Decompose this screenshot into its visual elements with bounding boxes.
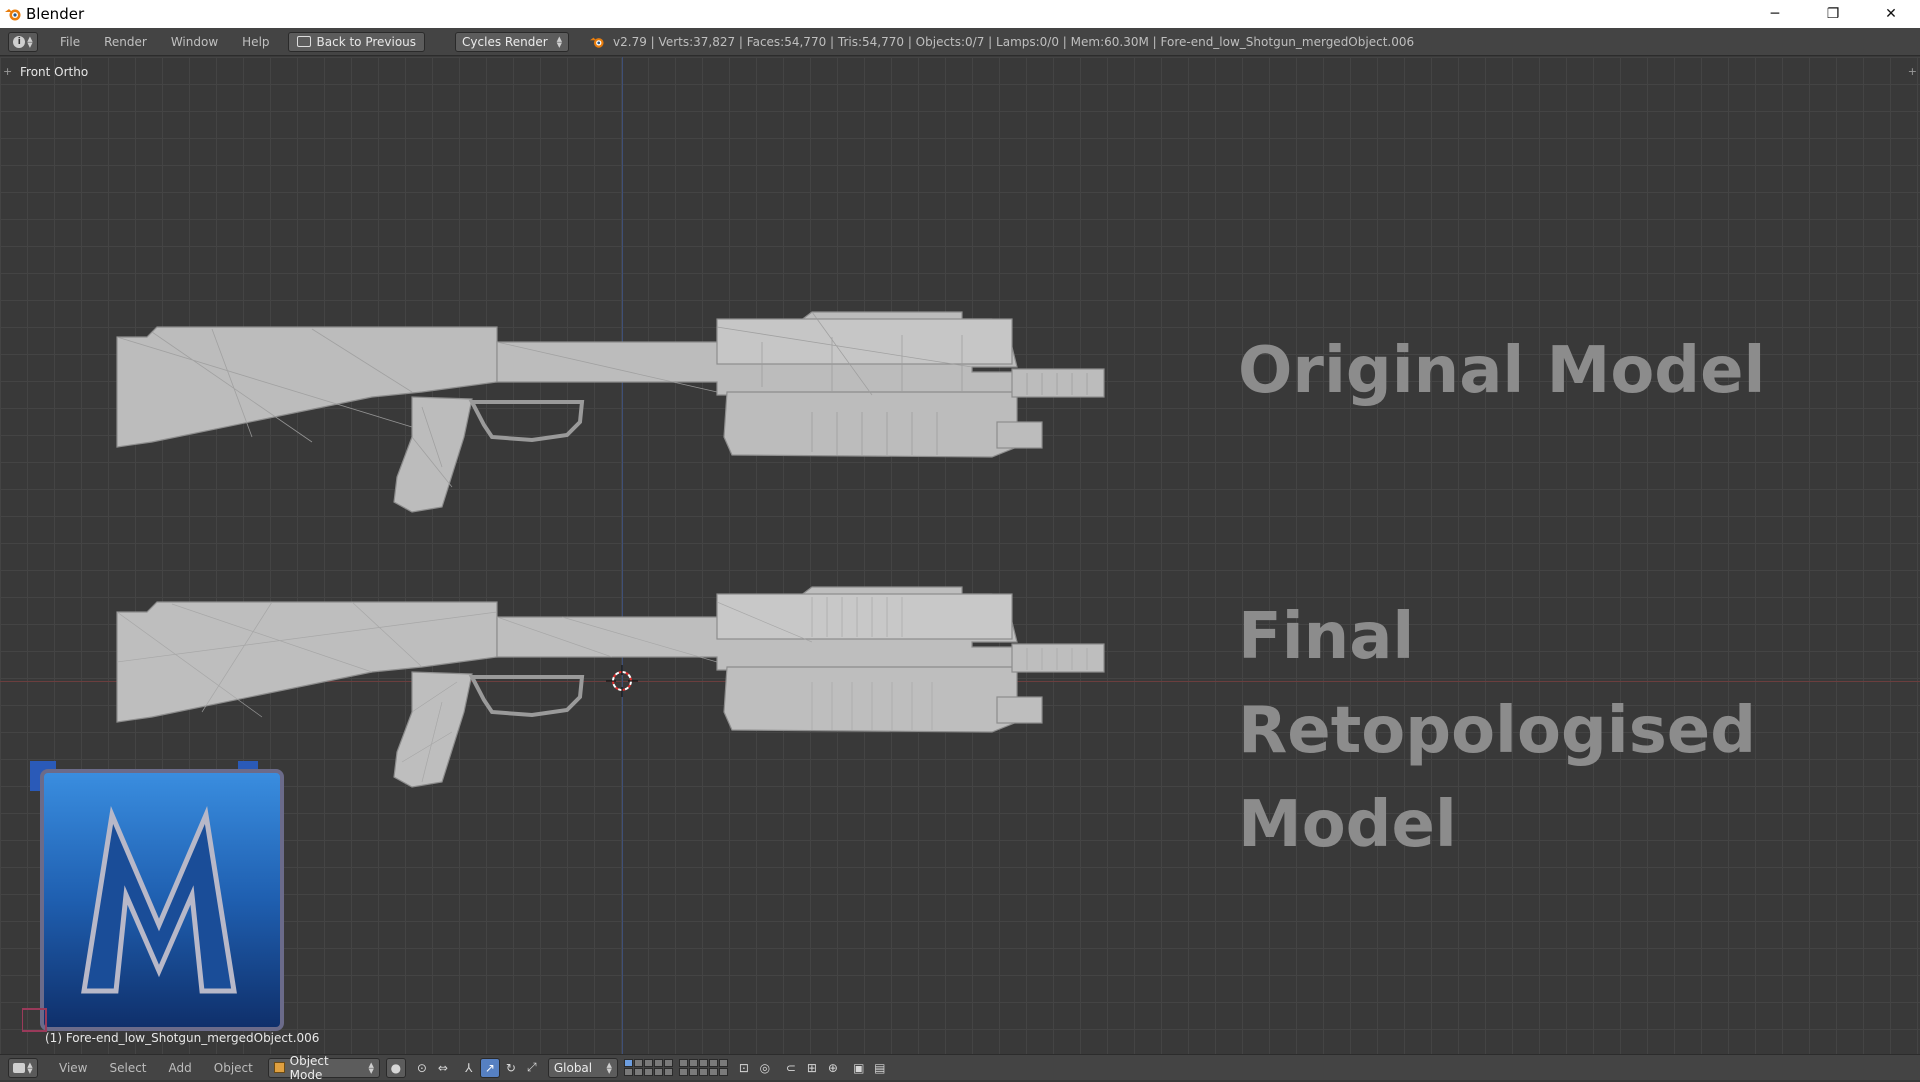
snap-toggle-icon[interactable]: ⊂ — [781, 1058, 801, 1078]
3d-viewport[interactable]: Front Ortho + + Original Model Final Ret… — [0, 57, 1920, 1054]
menu-file[interactable]: File — [48, 35, 92, 49]
menu-view[interactable]: View — [48, 1061, 98, 1075]
active-object-name: (1) Fore-end_low_Shotgun_mergedObject.00… — [45, 1031, 320, 1045]
scale-manipulator-icon[interactable]: ⤢ — [522, 1058, 542, 1078]
snap-element-icon[interactable]: ⊞ — [802, 1058, 822, 1078]
render-engine-select[interactable]: Cycles Render ▲ ▼ — [455, 31, 570, 52]
menu-render[interactable]: Render — [92, 35, 159, 49]
translate-manipulator-icon[interactable]: ↗ — [479, 1057, 500, 1078]
scene-stats: v2.79 | Verts:37,827 | Faces:54,770 | Tr… — [613, 34, 1415, 49]
scene-layers-grid-b[interactable] — [678, 1059, 728, 1076]
snap-target-icon[interactable]: ⊕ — [823, 1058, 843, 1078]
interaction-mode-select[interactable]: Object Mode ▲ ▼ — [267, 1054, 380, 1082]
updown-arrows-icon: ▲ ▼ — [27, 34, 33, 49]
proportional-edit-icon[interactable]: ◎ — [755, 1058, 775, 1078]
info-icon: i — [13, 35, 26, 48]
transform-axis-icon[interactable]: ⅄ — [459, 1058, 479, 1078]
close-button[interactable]: ✕ — [1862, 0, 1920, 28]
lock-layers-icon[interactable]: ⊡ — [734, 1058, 754, 1078]
view-name: Front Ortho — [20, 65, 89, 79]
3d-cursor-icon[interactable] — [604, 663, 640, 699]
updown-arrows-icon: ▲ ▼ — [606, 1060, 612, 1075]
watermark-m-logo — [22, 761, 284, 1032]
blender-logo-icon — [589, 34, 605, 50]
menu-help[interactable]: Help — [230, 35, 281, 49]
interaction-mode-label: Object Mode — [289, 1053, 329, 1082]
manipulator-toggle-icon[interactable]: ⇔ — [433, 1058, 453, 1078]
object-mode-icon — [273, 1062, 285, 1073]
opengl-render-image-icon[interactable]: ▣ — [849, 1058, 869, 1078]
viewport-shading-icon[interactable]: ● — [385, 1057, 406, 1078]
menu-add[interactable]: Add — [158, 1061, 203, 1075]
3d-view-icon — [13, 1062, 26, 1073]
rotate-manipulator-icon[interactable]: ↻ — [501, 1058, 521, 1078]
info-header: i ▲ ▼ File Render Window Help Back to Pre… — [0, 28, 1920, 56]
editor-type-selector[interactable]: i ▲ ▼ — [8, 31, 38, 52]
updown-arrows-icon: ▲ ▼ — [27, 1060, 33, 1075]
window-title: Blender — [26, 5, 85, 23]
minimize-button[interactable]: ─ — [1746, 0, 1804, 28]
menu-object[interactable]: Object — [203, 1061, 264, 1075]
region-toggle-left-icon[interactable]: + — [3, 65, 12, 78]
region-toggle-right-icon[interactable]: + — [1908, 65, 1917, 78]
blender-logo-icon — [2, 3, 24, 25]
scene-layers-grid-a[interactable] — [623, 1059, 673, 1076]
back-to-previous-label: Back to Previous — [316, 34, 417, 49]
info-menu: File Render Window Help — [48, 35, 282, 49]
pivot-point-icon[interactable]: ⊙ — [412, 1058, 432, 1078]
render-engine-label: Cycles Render — [462, 34, 548, 49]
editor-type-selector[interactable]: ▲ ▼ — [8, 1057, 38, 1078]
restore-button[interactable]: ❐ — [1804, 0, 1862, 28]
back-to-previous-button[interactable]: Back to Previous — [287, 31, 426, 52]
label-final-model: Final Retopologised Model — [1238, 600, 1756, 862]
opengl-render-animation-icon[interactable]: ▤ — [870, 1058, 890, 1078]
screen-back-icon — [296, 36, 311, 47]
updown-arrows-icon: ▲ ▼ — [556, 34, 563, 49]
menu-select[interactable]: Select — [98, 1061, 157, 1075]
3d-view-header: ▲ ▼ View Select Add Object Object Mode ▲ ▼… — [0, 1054, 1920, 1082]
updown-arrows-icon: ▲ ▼ — [368, 1060, 374, 1075]
label-original-model: Original Model — [1238, 334, 1766, 408]
original-shotgun-model[interactable] — [112, 307, 1212, 567]
window-titlebar: Blender ─ ❐ ✕ — [0, 0, 1920, 28]
3d-view-menu: View Select Add Object — [48, 1061, 264, 1075]
transform-orientation-label: Global — [553, 1060, 593, 1075]
transform-orientation-select[interactable]: Global ▲ ▼ — [547, 1057, 618, 1078]
menu-window[interactable]: Window — [159, 35, 230, 49]
